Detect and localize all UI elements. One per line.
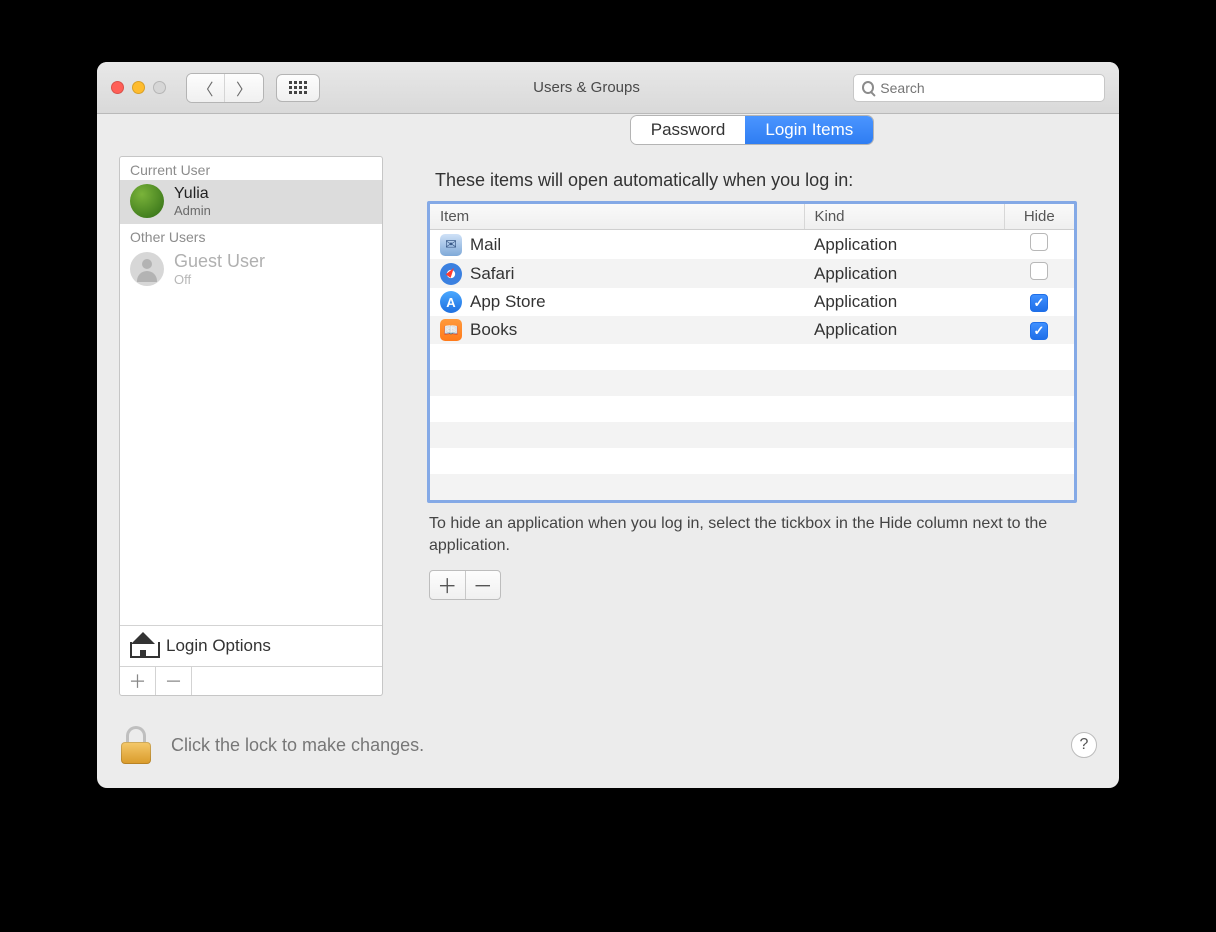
user-role: Admin [174, 203, 211, 218]
books-icon [440, 319, 462, 341]
login-items-table: Item Kind Hide Mail Application Safari Appl… [427, 201, 1077, 503]
table-row[interactable]: App Store Application [430, 288, 1074, 316]
users-sidebar: Current User Yulia Admin Other Users Gue… [119, 156, 383, 696]
preferences-window: 〈 〉 Users & Groups Current User Yulia Ad… [97, 62, 1119, 788]
grid-icon [289, 81, 307, 94]
table-row-empty [430, 448, 1074, 474]
forward-button[interactable]: 〉 [225, 74, 263, 102]
tab-login-items[interactable]: Login Items [745, 116, 873, 144]
col-kind[interactable]: Kind [804, 204, 1004, 230]
user-name: Guest User [174, 251, 265, 272]
remove-login-item-button[interactable]: － [466, 571, 501, 599]
login-options-button[interactable]: Login Options [120, 625, 382, 666]
mail-icon [440, 234, 462, 256]
tab-password[interactable]: Password [631, 116, 746, 144]
lock-button[interactable] [119, 726, 153, 764]
zoom-window-button[interactable] [153, 81, 166, 94]
table-row-empty [430, 422, 1074, 448]
titlebar: 〈 〉 Users & Groups [97, 62, 1119, 114]
item-name: App Store [470, 292, 546, 312]
item-kind: Application [804, 288, 1004, 316]
table-row[interactable]: Safari Application [430, 259, 1074, 288]
add-login-item-button[interactable]: ＋ [430, 571, 466, 599]
sidebar-add-remove: ＋ － [120, 666, 382, 695]
hide-checkbox[interactable] [1030, 322, 1048, 340]
footer: Click the lock to make changes. ? [97, 714, 1119, 788]
section-other-users: Other Users [120, 224, 382, 247]
item-name: Safari [470, 264, 514, 284]
hide-checkbox[interactable] [1030, 233, 1048, 251]
add-user-button[interactable]: ＋ [120, 667, 156, 695]
login-items-add-remove: ＋ － [429, 570, 501, 600]
house-icon [130, 634, 156, 658]
main-panel: Password Login Items These items will op… [401, 156, 1103, 696]
avatar [130, 184, 164, 218]
sidebar-user-current[interactable]: Yulia Admin [120, 180, 382, 224]
window-controls [111, 81, 166, 94]
nav-buttons: 〈 〉 [186, 73, 264, 103]
hide-checkbox[interactable] [1030, 262, 1048, 280]
close-window-button[interactable] [111, 81, 124, 94]
search-icon [862, 81, 874, 94]
table-row-empty [430, 474, 1074, 500]
show-all-button[interactable] [276, 74, 320, 102]
item-kind: Application [804, 259, 1004, 288]
minimize-window-button[interactable] [132, 81, 145, 94]
item-kind: Application [804, 316, 1004, 344]
col-hide[interactable]: Hide [1004, 204, 1074, 230]
user-name: Yulia [174, 185, 211, 203]
tab-group: Password Login Items [401, 116, 1103, 144]
hide-hint-text: To hide an application when you log in, … [429, 513, 1075, 558]
window-title: Users & Groups [332, 79, 841, 96]
appstore-icon [440, 291, 462, 313]
sidebar-user-guest[interactable]: Guest User Off [120, 247, 382, 293]
item-kind: Application [804, 230, 1004, 260]
login-items-caption: These items will open automatically when… [435, 170, 1103, 191]
search-input[interactable] [880, 80, 1096, 96]
remove-user-button[interactable]: － [156, 667, 192, 695]
lock-hint-text: Click the lock to make changes. [171, 735, 1053, 756]
item-name: Books [470, 320, 517, 340]
back-button[interactable]: 〈 [187, 74, 225, 102]
chevron-right-icon: 〉 [236, 76, 252, 100]
help-button[interactable]: ? [1071, 732, 1097, 758]
hide-checkbox[interactable] [1030, 294, 1048, 312]
table-row[interactable]: Mail Application [430, 230, 1074, 260]
login-options-label: Login Options [166, 636, 271, 656]
safari-icon [440, 263, 462, 285]
table-row-empty [430, 344, 1074, 370]
item-name: Mail [470, 235, 501, 255]
user-role: Off [174, 272, 265, 287]
section-current-user: Current User [120, 157, 382, 180]
avatar [130, 252, 164, 286]
table-row[interactable]: Books Application [430, 316, 1074, 344]
table-row-empty [430, 370, 1074, 396]
search-field[interactable] [853, 74, 1105, 102]
chevron-left-icon: 〈 [197, 76, 213, 100]
col-item[interactable]: Item [430, 204, 804, 230]
table-row-empty [430, 396, 1074, 422]
